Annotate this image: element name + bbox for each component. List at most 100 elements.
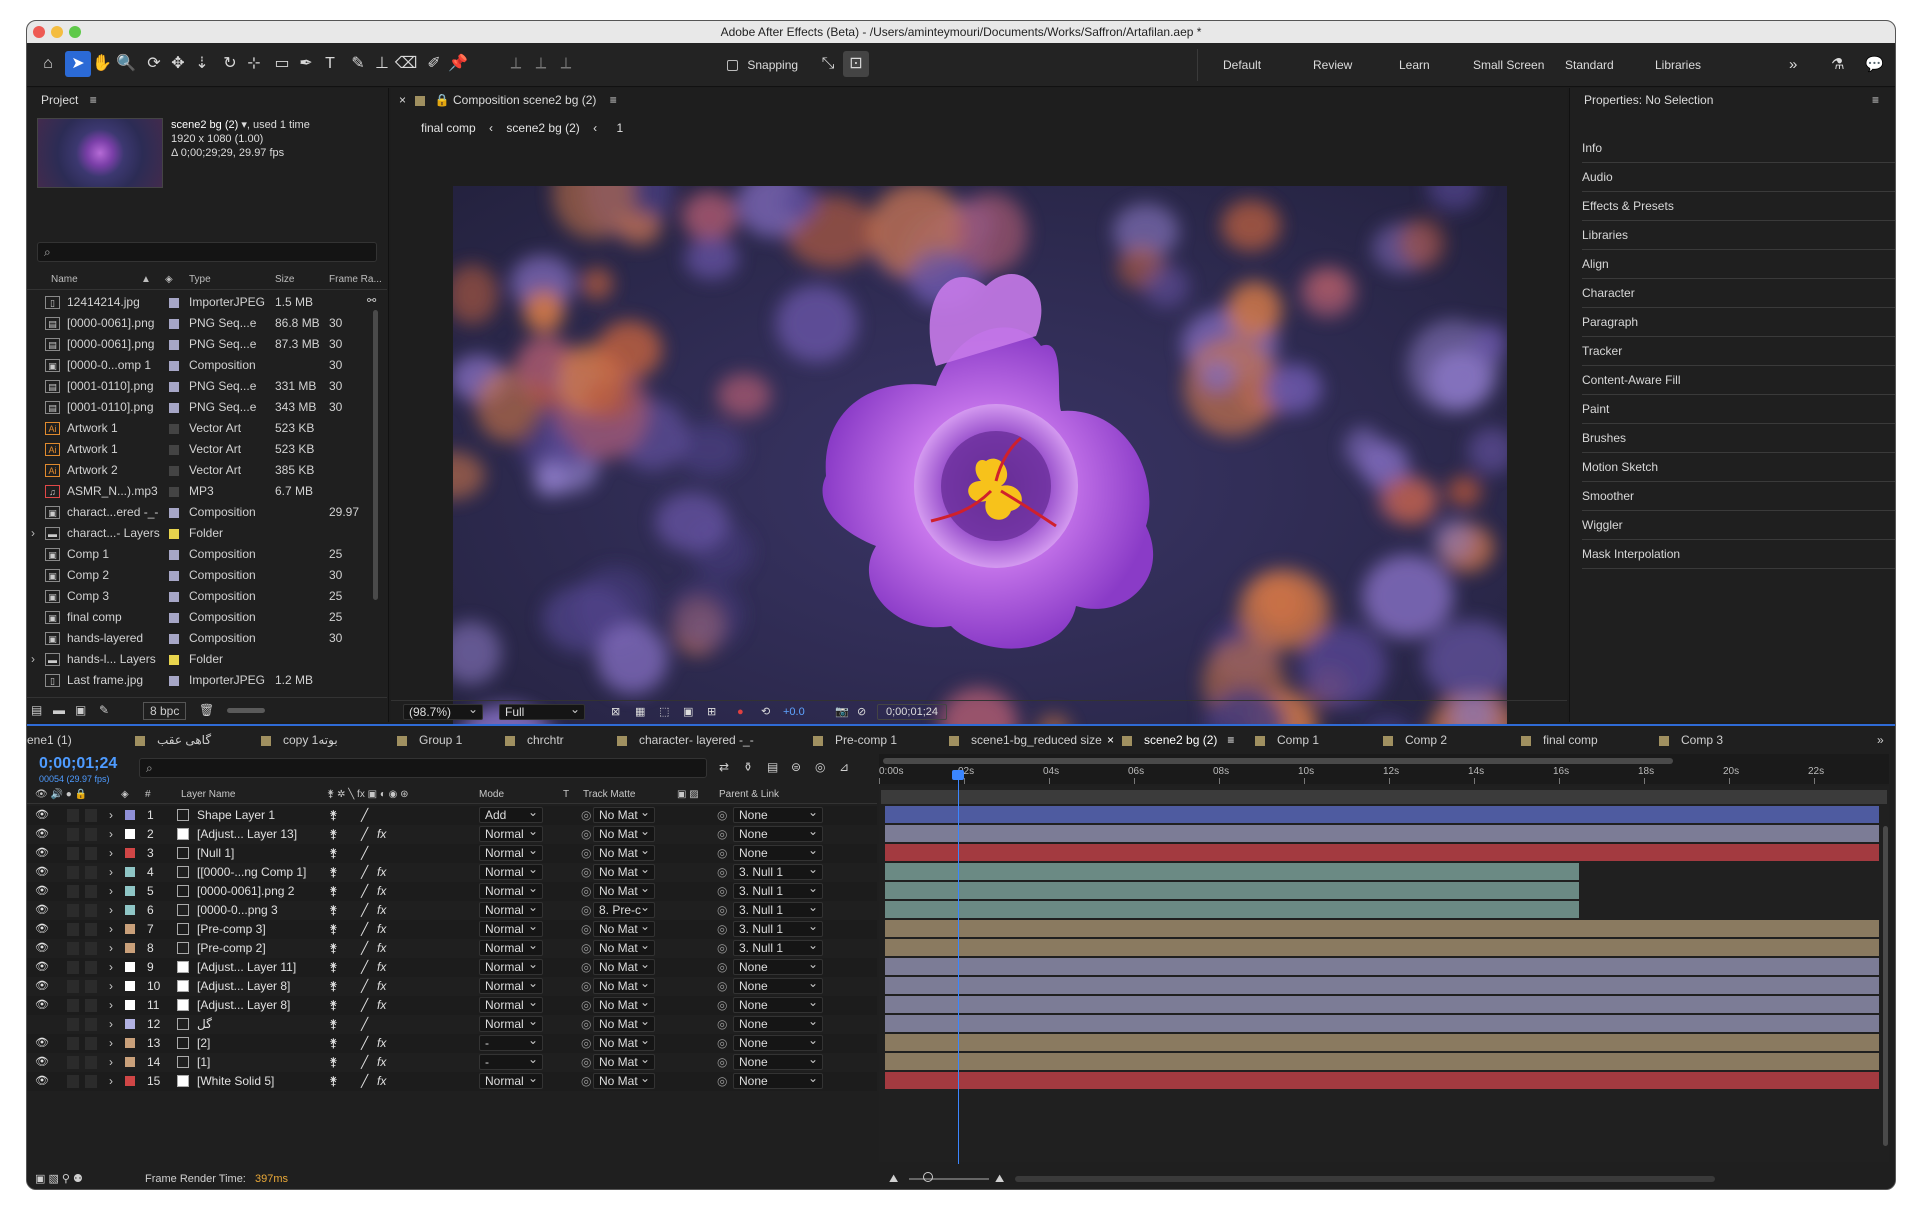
layer-name[interactable]: [Adjust... Layer 8]	[197, 977, 290, 996]
guides-icon[interactable]: ⊞	[707, 701, 716, 723]
layer-row[interactable]: 👁›13[2]⚵╱fx-◎No Mat◎None	[27, 1033, 877, 1053]
layer-name[interactable]: [White Solid 5]	[197, 1072, 274, 1091]
quality-switch-icon[interactable]: ╱	[361, 863, 368, 882]
parent-pickwhip-icon[interactable]: ◎	[717, 1053, 727, 1072]
parent-pickwhip-icon[interactable]: ◎	[717, 1072, 727, 1091]
disclosure-triangle-icon[interactable]: ›	[109, 996, 113, 1015]
shy-switch-icon[interactable]: ⚵	[329, 1053, 338, 1072]
track-matte-link-icon[interactable]: ◎	[581, 844, 591, 863]
mask-path-icon[interactable]: ⬚	[659, 701, 669, 723]
timeline-zoom-slider[interactable]	[909, 1178, 989, 1180]
magnification-dropdown[interactable]: (98.7%)	[403, 702, 483, 720]
lock-checkbox[interactable]	[85, 885, 97, 898]
clone-stamp-icon[interactable]: ⊥	[369, 51, 395, 77]
layer-duration-bar[interactable]	[885, 1053, 1879, 1070]
switches-icons[interactable]: ⚵ ✲ ╲ fx ▣ ◐ ◉ ⊛	[327, 786, 409, 804]
visibility-eye-icon[interactable]: 👁	[35, 901, 49, 920]
shy-switch-icon[interactable]: ⚵	[329, 1034, 338, 1053]
layer-label-swatch[interactable]	[125, 1000, 135, 1010]
visibility-eye-icon[interactable]: 👁	[35, 996, 49, 1015]
solo-checkbox[interactable]	[67, 1018, 79, 1031]
layer-name-column[interactable]: Layer Name	[181, 786, 235, 804]
track-matte-link-icon[interactable]: ◎	[581, 996, 591, 1015]
timeline-scrollbar[interactable]	[1883, 826, 1888, 1146]
shy-switch-icon[interactable]: ⚵	[329, 1015, 338, 1034]
track-matte-link-icon[interactable]: ◎	[581, 1072, 591, 1091]
workspace-libraries[interactable]: Libraries	[1655, 43, 1701, 87]
disclosure-triangle-icon[interactable]: ›	[109, 901, 113, 920]
label-swatch[interactable]	[169, 676, 179, 686]
solo-checkbox[interactable]	[67, 904, 79, 917]
track-matte-dropdown[interactable]: No Mat	[593, 957, 655, 975]
project-item[interactable]: ♫ ASMR_N...).mp3 MP3 6.7 MB	[27, 481, 367, 502]
new-folder-icon[interactable]: ▬	[53, 698, 65, 722]
panel-tracker[interactable]: Tracker	[1582, 337, 1895, 366]
layer-label-swatch[interactable]	[125, 810, 135, 820]
layer-name[interactable]: [1]	[197, 1053, 210, 1072]
snapping-checkbox[interactable]	[727, 60, 738, 72]
parent-dropdown[interactable]: 3. Null 1	[733, 900, 823, 918]
breadcrumb-scene2[interactable]: scene2 bg (2)	[506, 121, 579, 135]
timeline-tab[interactable]: final comp	[1521, 726, 1598, 754]
parent-link-column[interactable]: Parent & Link	[719, 786, 779, 804]
solo-checkbox[interactable]	[67, 923, 79, 936]
layer-row[interactable]: 👁›9[Adjust... Layer 11]⚵╱fxNormal◎No Mat…	[27, 957, 877, 977]
track-matte-link-icon[interactable]: ◎	[581, 825, 591, 844]
parent-pickwhip-icon[interactable]: ◎	[717, 1015, 727, 1034]
viewer-timecode[interactable]: 0;00;01;24	[877, 704, 947, 720]
layer-name[interactable]: [0000-0061].png 2	[197, 882, 294, 901]
label-swatch[interactable]	[169, 466, 179, 476]
layer-row[interactable]: 👁›4[[0000-...ng Comp 1]⚵╱fxNormal◎No Mat…	[27, 862, 877, 882]
brush-tool-icon[interactable]: ✎	[345, 51, 371, 77]
solo-checkbox[interactable]	[67, 942, 79, 955]
label-swatch[interactable]	[169, 319, 179, 329]
bit-depth-button[interactable]: 8 bpc	[143, 702, 187, 720]
workspace-learn[interactable]: Learn	[1399, 43, 1430, 87]
project-item[interactable]: ▣ Comp 1 Composition 25	[27, 544, 367, 565]
label-swatch[interactable]	[169, 508, 179, 518]
layer-row[interactable]: 👁›8[Pre-comp 2]⚵╱fxNormal◎No Mat◎3. Null…	[27, 938, 877, 958]
shy-switch-icon[interactable]: ⚵	[329, 920, 338, 939]
timeline-tab[interactable]: Comp 3	[1659, 726, 1723, 754]
project-item[interactable]: ▤ [0000-0061].png PNG Seq...e 86.8 MB 30	[27, 313, 367, 334]
track-matte-dropdown[interactable]: No Mat	[593, 938, 655, 956]
project-item[interactable]: ▤ [0001-0110].png PNG Seq...e 331 MB 30	[27, 376, 367, 397]
timeline-navigator[interactable]	[1015, 1176, 1715, 1182]
project-item[interactable]: › ▬ hands-l... Layers Folder	[27, 649, 367, 670]
panel-libraries[interactable]: Libraries	[1582, 221, 1895, 250]
layer-row[interactable]: 👁›10[Adjust... Layer 8]⚵╱fxNormal◎No Mat…	[27, 976, 877, 996]
snap-features-icon[interactable]: ⊡	[843, 51, 869, 77]
blend-mode-dropdown[interactable]: Normal	[479, 881, 543, 899]
layer-label-swatch[interactable]	[125, 1019, 135, 1029]
project-item[interactable]: › ▬ charact...- Layers Folder	[27, 523, 367, 544]
layer-name[interactable]: [2]	[197, 1034, 210, 1053]
layer-label-swatch[interactable]	[125, 943, 135, 953]
track-matte-dropdown[interactable]: 8. Pre-c	[593, 900, 655, 918]
disclosure-triangle-icon[interactable]: ›	[109, 1015, 113, 1034]
parent-pickwhip-icon[interactable]: ◎	[717, 939, 727, 958]
label-swatch[interactable]	[169, 424, 179, 434]
track-matte-column[interactable]: Track Matte	[583, 786, 635, 804]
effects-switch-icon[interactable]: fx	[377, 863, 386, 882]
column-type[interactable]: Type	[189, 270, 211, 290]
layer-search-input[interactable]: ⌕	[139, 758, 707, 778]
track-matte-dropdown[interactable]: No Mat	[593, 1071, 655, 1089]
blend-mode-dropdown[interactable]: Add	[479, 805, 543, 823]
project-item[interactable]: Ai Artwork 2 Vector Art 385 KB	[27, 460, 367, 481]
adjust-settings-icon[interactable]: ✎	[99, 698, 109, 722]
snap-edges-icon[interactable]: ⤡	[815, 51, 841, 77]
layer-label-swatch[interactable]	[125, 886, 135, 896]
label-swatch[interactable]	[169, 592, 179, 602]
composition-tab[interactable]: × 🔒 Composition scene2 bg (2) ≡	[399, 88, 617, 112]
timeline-tab[interactable]: copy 1بوته	[261, 726, 338, 754]
pen-tool-icon[interactable]: ✒	[293, 51, 319, 77]
feedback-icon[interactable]: 💬	[1865, 43, 1884, 87]
parent-dropdown[interactable]: 3. Null 1	[733, 881, 823, 899]
lock-checkbox[interactable]	[85, 904, 97, 917]
puppet-pin-icon[interactable]: 📌	[445, 51, 471, 77]
disclosure-triangle-icon[interactable]: ›	[109, 977, 113, 996]
parent-dropdown[interactable]: 3. Null 1	[733, 919, 823, 937]
layer-duration-bar[interactable]	[885, 920, 1879, 937]
panel-character[interactable]: Character	[1582, 279, 1895, 308]
visibility-eye-icon[interactable]: 👁	[35, 1053, 49, 1072]
